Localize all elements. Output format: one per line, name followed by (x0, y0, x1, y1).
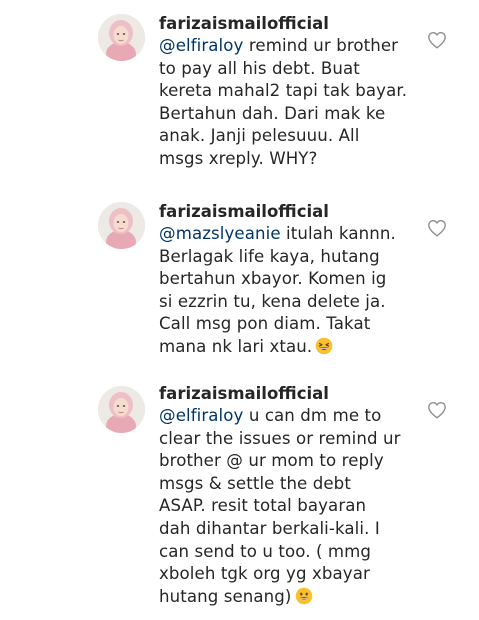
avatar[interactable] (98, 386, 145, 433)
heart-outline-icon[interactable] (427, 31, 447, 49)
comment-text: @elfiraloy u can dm me to clear the issu… (159, 405, 421, 611)
heart-outline-icon[interactable] (427, 219, 447, 237)
comment-text: @mazslyeanie itulah kannn. Berlagak life… (159, 223, 421, 362)
comment-username[interactable]: farizaismailofficial (159, 201, 421, 223)
mention-link[interactable]: @elfiraloy (159, 36, 243, 55)
grinning-squinting-face-emoji (315, 337, 333, 362)
avatar[interactable] (98, 202, 145, 249)
mention-link[interactable]: @elfiraloy (159, 406, 243, 425)
comment-text: @elfiraloy remind ur brother to pay all … (159, 36, 408, 168)
mention-link[interactable]: @mazslyeanie (159, 224, 281, 243)
comment-username[interactable]: farizaismailofficial (159, 383, 421, 405)
heart-outline-icon[interactable] (427, 401, 447, 419)
avatar[interactable] (98, 14, 145, 61)
comment-username[interactable]: farizaismailofficial (159, 13, 421, 35)
smiling-face-emoji (295, 587, 313, 612)
